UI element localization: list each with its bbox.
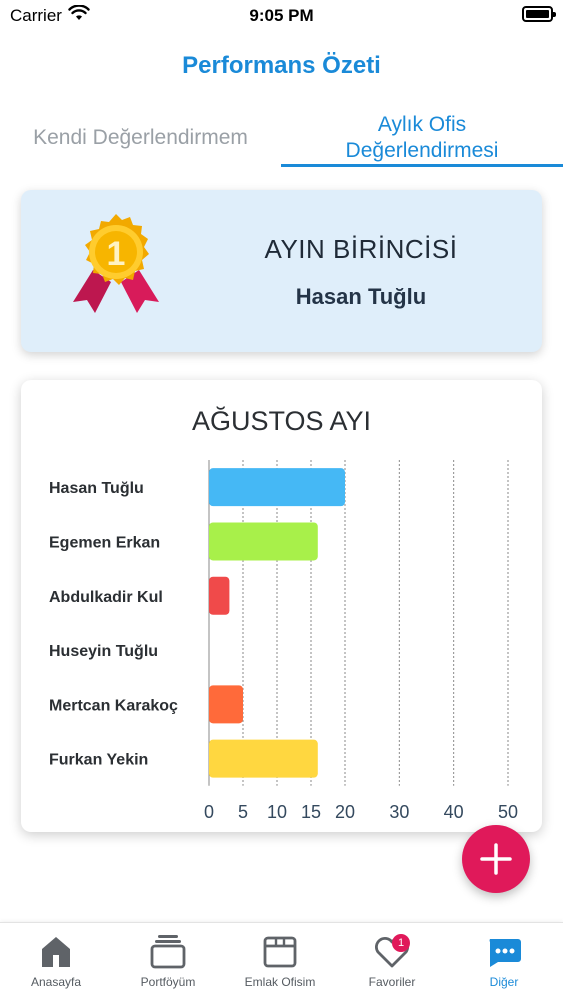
x-tick-label: 40: [444, 802, 464, 822]
box-icon: [263, 936, 297, 968]
winner-title: AYIN BİRİNCİSİ: [264, 234, 458, 264]
tabbar-item-portfolio[interactable]: Portföyüm: [112, 923, 224, 1000]
tabbar-label: Favoriler: [368, 975, 416, 989]
x-tick-label: 10: [267, 802, 287, 822]
medal-icon: 1: [73, 214, 159, 313]
bar-chart: 0 5 10 15 20 30 40 50 Hasan Tuğlu Egemen Erkan Abd…: [49, 460, 518, 822]
more-icon: [489, 939, 521, 967]
x-tick-label: 30: [389, 802, 409, 822]
tabbar-label: Portföyüm: [140, 975, 196, 989]
bar: [209, 685, 243, 724]
category-label: Huseyin Tuğlu: [49, 643, 158, 660]
clock-label: 9:05 PM: [249, 6, 314, 25]
status-bar: Carrier 9:05 PM: [0, 0, 563, 30]
bar: [209, 576, 230, 615]
tab-monthly-office-evaluation[interactable]: Aylık Ofis Değerlendirmesi: [281, 108, 563, 168]
category-label: Egemen Erkan: [49, 534, 160, 551]
tab-label: Aylık Ofis Değerlendirmesi: [345, 113, 499, 162]
bar: [209, 739, 318, 778]
bottom-tab-bar: Anasayfa Portföyüm Emlak Ofisim Favorile…: [0, 922, 563, 1000]
x-tick-label: 50: [498, 802, 518, 822]
tab-self-evaluation[interactable]: Kendi Değerlendirmem: [0, 108, 281, 168]
stack-icon: [150, 935, 186, 969]
medal-number: 1: [107, 235, 126, 273]
active-tab-indicator: [281, 164, 563, 167]
tabbar-item-office[interactable]: Emlak Ofisim: [224, 923, 336, 1000]
winner-name: Hasan Tuğlu: [295, 284, 427, 309]
x-tick-label: 20: [335, 802, 355, 822]
page-title: Performans Özeti: [182, 52, 381, 79]
home-icon: [42, 937, 70, 967]
favorites-badge: 1: [392, 934, 410, 952]
bar: [209, 522, 318, 561]
bar: [209, 468, 345, 507]
x-tick-label: 0: [204, 802, 214, 822]
category-label: Hasan Tuğlu: [49, 480, 144, 497]
tab-label: Kendi Değerlendirmem: [33, 126, 248, 149]
tabbar-item-more[interactable]: Diğer: [448, 923, 560, 1000]
category-label: Furkan Yekin: [49, 752, 148, 769]
screen: Carrier 9:05 PM Performans Özeti Kendi D…: [0, 0, 563, 1000]
category-label: Mertcan Karakoç: [49, 697, 178, 714]
x-tick-label: 5: [238, 802, 248, 822]
category-label: Abdulkadir Kul: [49, 589, 163, 606]
winner-card: 1 AYIN BİRİNCİSİ Hasan Tuğlu: [21, 190, 542, 352]
tabbar-item-home[interactable]: Anasayfa: [0, 923, 112, 1000]
tabbar-label: Emlak Ofisim: [244, 975, 316, 989]
chart-card: AĞUSTOS AYI 0 5 10 15 20 30 40 50 Hasan Tuğlu Ege…: [21, 380, 542, 832]
add-button[interactable]: [462, 825, 530, 893]
tabbar-label: Anasayfa: [30, 975, 82, 989]
battery-icon: [522, 6, 556, 22]
tabbar-item-favorites[interactable]: Favoriler: [336, 923, 448, 1000]
x-tick-label: 15: [301, 802, 321, 822]
plus-icon: [480, 843, 512, 875]
tabbar-label: Diğer: [489, 975, 519, 989]
